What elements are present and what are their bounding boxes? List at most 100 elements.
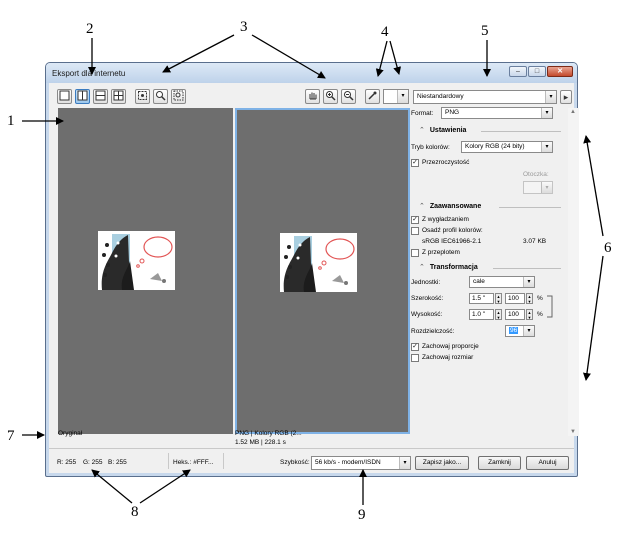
antialias-checkbox[interactable]: ✓	[411, 216, 419, 224]
keep-ratio-checkbox[interactable]: ✓	[411, 343, 419, 351]
format-select[interactable]: PNG ▾	[441, 107, 553, 119]
width-input[interactable]: 1.5 "	[469, 293, 494, 304]
interlace-checkbox[interactable]	[411, 249, 419, 257]
callout-4: 4	[381, 24, 389, 40]
speed-select[interactable]: 56 kb/s - modem/ISDN ▾	[311, 456, 411, 470]
transparency-label: Przezroczystość	[422, 159, 470, 166]
close-window-button[interactable]: ✕	[547, 66, 573, 77]
settings-scrollbar[interactable]: ▲ ▼	[568, 108, 579, 436]
original-label: Oryginał	[58, 430, 83, 437]
collapse-icon: ⌃	[419, 203, 425, 210]
collapse-icon: ⌃	[419, 264, 425, 271]
chevron-right-icon: ▸	[563, 92, 569, 102]
height-percent-spinner[interactable]: ▲ ▼	[526, 309, 533, 320]
settings-section-title: Ustawienia	[429, 127, 467, 134]
chevron-down-icon: ▾	[523, 277, 534, 287]
embed-profile-checkbox[interactable]	[411, 227, 419, 235]
artwork-image	[98, 231, 175, 290]
arrow-6a	[583, 135, 604, 237]
speed-label: Szybkość:	[280, 459, 310, 466]
height-input[interactable]: 1.0 "	[469, 309, 494, 320]
quad-view-button[interactable]	[111, 89, 126, 104]
cancel-button[interactable]: Anuluj	[526, 456, 569, 470]
maximize-button[interactable]: □	[528, 66, 546, 77]
settings-section-header[interactable]: ⌃ Ustawienia	[419, 126, 466, 134]
split-vertical-icon	[77, 90, 88, 101]
resolution-value: 96	[509, 327, 519, 334]
transform-section-header[interactable]: ⌃ Transformacja	[419, 263, 478, 271]
chevron-down-icon: ▾	[541, 182, 552, 193]
scroll-up-icon[interactable]: ▲	[570, 109, 576, 115]
optimized-size-info: 1.52 MB | 228.1 s	[235, 439, 286, 446]
height-percent-input[interactable]: 100	[505, 309, 525, 320]
keep-ratio-label: Zachowaj proporcje	[422, 343, 479, 350]
format-value: PNG	[445, 109, 460, 116]
width-spinner[interactable]: ▲ ▼	[495, 293, 502, 304]
green-value: G: 255	[83, 459, 103, 466]
units-value: cale	[473, 278, 485, 285]
fit-to-window-button[interactable]	[135, 89, 150, 104]
settings-panel: Format: PNG ▾ ⌃ Ustawienia Tryb kolorów: …	[411, 106, 564, 436]
height-label: Wysokość:	[411, 311, 443, 318]
resolution-label: Rozdzielczość:	[411, 328, 455, 335]
hand-icon	[309, 92, 317, 100]
optimized-image-thumbnail	[280, 233, 357, 292]
zoom-out-icon	[344, 91, 354, 101]
advanced-section-header[interactable]: ⌃ Zaawansowane	[419, 202, 481, 210]
resolution-select[interactable]: 96 ▾	[505, 325, 535, 337]
eyedropper-button[interactable]	[365, 89, 380, 104]
transparency-checkbox[interactable]: ✓	[411, 159, 419, 167]
zoom-to-100-button[interactable]	[153, 89, 168, 104]
quad-view-icon	[113, 90, 124, 101]
window-controls: – □ ✕	[508, 66, 573, 77]
height-percent-sign: %	[537, 311, 543, 318]
section-divider	[481, 131, 561, 132]
original-preview-pane[interactable]	[58, 108, 233, 434]
color-mode-select[interactable]: Kolory RGB (24 bity) ▾	[461, 141, 553, 153]
preset-select[interactable]: Niestandardowy ▾	[413, 90, 557, 104]
close-button[interactable]: Zamknij	[478, 456, 521, 470]
section-divider	[499, 207, 561, 208]
callout-5: 5	[481, 23, 489, 39]
split-horizontal-button[interactable]	[93, 89, 108, 104]
statusbar-separator	[168, 453, 169, 469]
speed-value: 56 kb/s - modem/ISDN	[315, 459, 381, 466]
matte-select[interactable]: ▾	[523, 181, 553, 194]
width-percent-sign: %	[537, 295, 543, 302]
hand-tool-button[interactable]	[305, 89, 320, 104]
height-spinner[interactable]: ▲ ▼	[495, 309, 502, 320]
blue-value: B: 255	[108, 459, 127, 466]
zoom-out-button[interactable]	[341, 89, 356, 104]
callout-1: 1	[7, 113, 15, 129]
preset-next-button[interactable]: ▸	[560, 90, 572, 104]
profile-name: sRGB IEC61966-2.1	[422, 238, 482, 245]
optimized-preview-pane[interactable]	[235, 108, 410, 434]
zoom-in-button[interactable]	[323, 89, 338, 104]
width-percent-input[interactable]: 100	[505, 293, 525, 304]
chevron-down-icon: ▾	[523, 326, 534, 336]
transform-section-title: Transformacja	[429, 264, 478, 271]
callout-6: 6	[604, 240, 612, 256]
embed-profile-label: Osadź profil kolorów:	[422, 227, 483, 234]
arrow-6b	[582, 255, 604, 381]
callout-2: 2	[86, 21, 94, 37]
title-bar[interactable]: Eksport dla internetu – □ ✕	[46, 63, 577, 83]
save-as-button[interactable]: Zapisz jako...	[415, 456, 469, 470]
zoom-to-100-icon	[156, 91, 166, 101]
split-vertical-button[interactable]	[75, 89, 90, 104]
chevron-down-icon: ▾	[541, 108, 552, 118]
export-window: Eksport dla internetu – □ ✕ ▾ Niestandar…	[45, 62, 579, 477]
chevron-down-icon: ▾	[397, 90, 408, 103]
fit-to-window-icon	[138, 91, 147, 100]
zoom-selection-button[interactable]	[171, 89, 186, 104]
window-title: Eksport dla internetu	[52, 69, 126, 78]
optimized-format-info: PNG | Kolory RGB (2...	[235, 430, 302, 437]
matte-color-picker[interactable]: ▾	[383, 89, 409, 104]
width-percent-spinner[interactable]: ▲ ▼	[526, 293, 533, 304]
split-horizontal-icon	[95, 90, 106, 101]
single-view-button[interactable]	[57, 89, 72, 104]
units-select[interactable]: cale ▾	[469, 276, 535, 288]
keep-size-checkbox[interactable]	[411, 354, 419, 362]
minimize-button[interactable]: –	[509, 66, 527, 77]
scroll-down-icon[interactable]: ▼	[570, 429, 576, 435]
